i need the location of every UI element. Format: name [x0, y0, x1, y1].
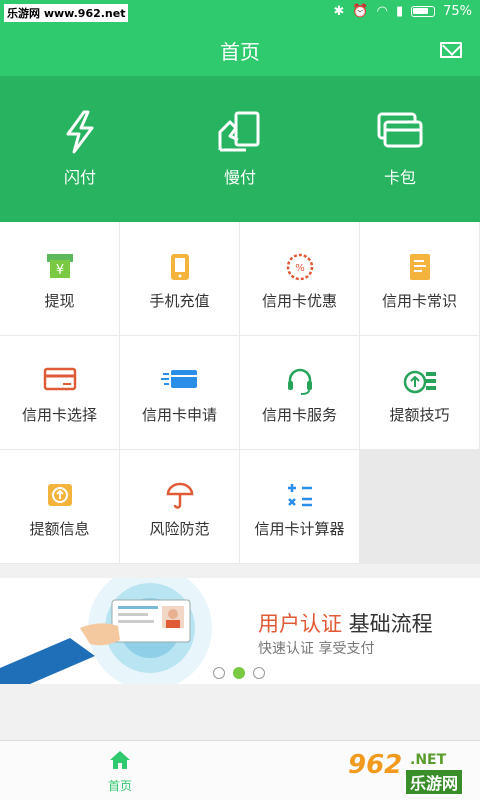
hero-item-card-wallet[interactable]: 卡包 — [320, 76, 480, 222]
bluetooth-icon: ✱ — [333, 4, 345, 19]
withdraw-icon: ¥ — [46, 254, 73, 278]
mail-icon[interactable] — [440, 42, 462, 58]
page-title: 首页 — [220, 40, 260, 64]
battery-percent: 75% — [443, 4, 472, 19]
grid-label: 提额技巧 — [389, 406, 450, 424]
grid-item-withdraw[interactable]: ¥ 提现 — [0, 222, 119, 335]
hero-label: 卡包 — [383, 168, 416, 187]
watermark-number: 962 — [348, 750, 403, 780]
headset-icon — [287, 368, 312, 395]
umbrella-icon — [166, 482, 193, 509]
grid-label: 信用卡选择 — [21, 406, 97, 424]
alarm-icon: ⏰ — [352, 4, 369, 19]
grid-item-card-knowledge[interactable]: 信用卡常识 — [360, 222, 479, 335]
tab-home[interactable]: 首页 — [95, 749, 145, 794]
hero-label: 慢付 — [223, 168, 256, 187]
status-bar: 乐游网 www.962.net ✱ ⏰ ◠ ▮ 75% — [0, 0, 480, 24]
grid-item-card-calculator[interactable]: 信用卡计算器 — [240, 450, 359, 563]
watermark-net: .NET — [410, 752, 447, 768]
hero-item-flash-pay[interactable]: 闪付 — [0, 76, 160, 222]
phone-icon — [170, 254, 189, 280]
svg-text:¥: ¥ — [55, 263, 63, 278]
grid-item-card-discount[interactable]: % 信用卡优惠 — [240, 222, 359, 335]
hero-actions: 闪付 慢付 卡包 — [0, 76, 480, 222]
wallet-icon — [377, 112, 423, 148]
wifi-icon: ◠ — [376, 4, 388, 19]
promo-banner[interactable]: 用户认证 基础流程 快速认证 享受支付 — [0, 578, 480, 684]
lightning-icon — [66, 110, 94, 154]
pager-dot[interactable] — [213, 667, 225, 679]
grid-label: 提现 — [44, 292, 75, 310]
banner-title-accent: 用户认证 — [258, 612, 342, 636]
grid-label: 信用卡计算器 — [254, 520, 345, 538]
banner-subtitle: 快速认证 享受支付 — [258, 641, 375, 657]
grid-label: 信用卡优惠 — [261, 292, 337, 310]
watermark-cn: 乐游网 — [406, 770, 463, 794]
tab-home-label: 首页 — [107, 779, 132, 793]
coin-info-icon — [47, 484, 72, 506]
grid-label: 手机充值 — [149, 292, 210, 310]
battery-icon — [411, 6, 436, 17]
grid-item-limit-tips[interactable]: 提额技巧 — [360, 336, 479, 449]
grid-label: 信用卡常识 — [381, 292, 457, 310]
book-icon — [409, 254, 430, 280]
calculator-icon — [287, 484, 312, 507]
app-bar: 首页 — [0, 24, 480, 76]
grid-item-phone-topup[interactable]: 手机充值 — [120, 222, 239, 335]
pager-dot-active[interactable] — [233, 667, 245, 679]
card-select-icon — [43, 367, 76, 391]
grid-item-card-service[interactable]: 信用卡服务 — [240, 336, 359, 449]
hero-label: 闪付 — [63, 168, 96, 187]
watermark-site-text: 乐游网 www.962.net — [4, 4, 129, 22]
signal-icon: ▮ — [395, 4, 404, 19]
grid-item-risk-prevention[interactable]: 风险防范 — [120, 450, 239, 563]
grid-label: 信用卡申请 — [141, 406, 217, 424]
grid-label: 风险防范 — [149, 520, 210, 538]
discount-icon: % — [286, 253, 313, 281]
home-icon — [110, 751, 130, 769]
pager-dot[interactable] — [253, 667, 265, 679]
hero-item-slow-pay[interactable]: 慢付 — [160, 76, 320, 222]
function-grid: ¥ 提现 手机充值 % 信用卡优惠 信用卡常识 信用卡选择 信用卡申请 信用卡服… — [0, 222, 480, 564]
grid-item-limit-info[interactable]: 提额信息 — [0, 450, 119, 563]
grid-label: 信用卡服务 — [261, 406, 337, 424]
coins-up-icon — [403, 370, 436, 394]
banner-title-rest: 基础流程 — [342, 612, 433, 636]
banner-pager — [213, 667, 265, 679]
site-watermark-logo: 962 .NET 乐游网 — [348, 748, 472, 794]
card-apply-icon — [160, 370, 197, 388]
grid-label: 提额信息 — [29, 520, 90, 538]
hand-card-icon — [218, 111, 260, 152]
grid-item-card-select[interactable]: 信用卡选择 — [0, 336, 119, 449]
banner-title: 用户认证 基础流程 — [258, 608, 433, 638]
grid-item-card-apply[interactable]: 信用卡申请 — [120, 336, 239, 449]
status-icons: ✱ ⏰ ◠ ▮ 75% — [334, 4, 473, 19]
svg-text:%: % — [295, 263, 305, 274]
